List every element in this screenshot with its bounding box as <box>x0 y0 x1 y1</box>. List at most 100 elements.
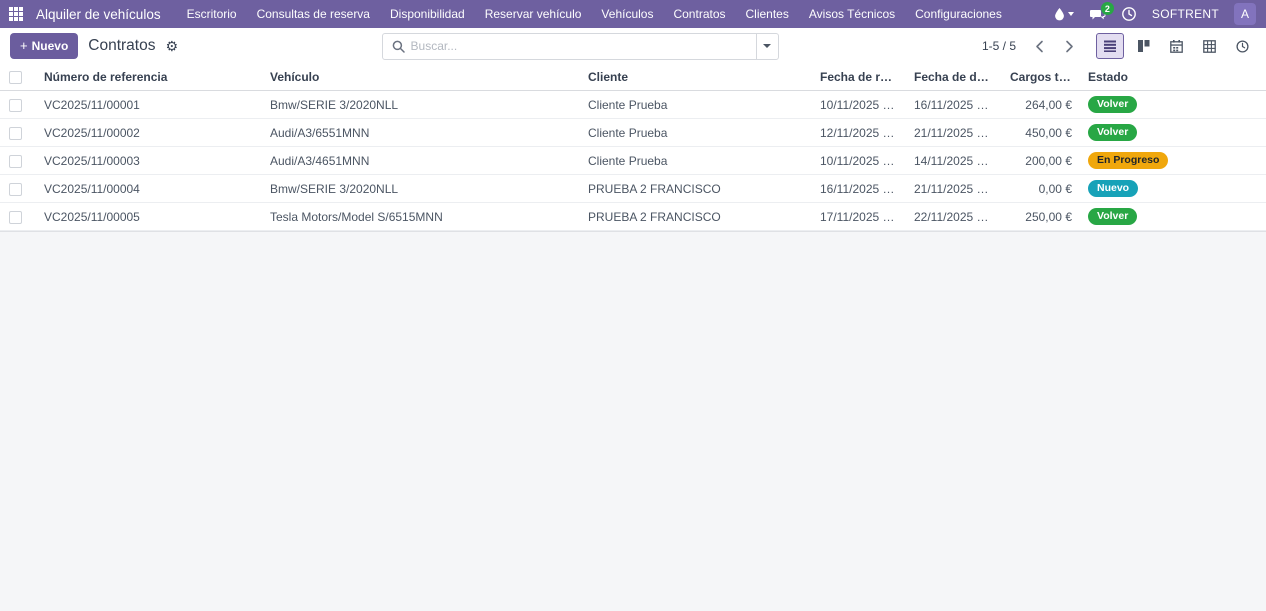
menu-disponibilidad[interactable]: Disponibilidad <box>380 0 475 28</box>
cell-state: Volver <box>1080 203 1266 231</box>
pager-previous-button[interactable] <box>1026 33 1052 59</box>
systray-activities-button[interactable] <box>1121 6 1137 22</box>
contracts-list: Número de referencia Vehículo Cliente Fe… <box>0 64 1266 232</box>
cell-client: Cliente Prueba <box>580 91 812 119</box>
column-header-vehicle[interactable]: Vehículo <box>262 64 580 91</box>
app-menu-bar: Escritorio Consultas de reserva Disponib… <box>177 0 1012 28</box>
droplet-icon <box>1054 7 1065 21</box>
cell-return-date: 22/11/2025 11:00:00 <box>906 203 1002 231</box>
column-header-state[interactable]: Estado <box>1080 64 1266 91</box>
row-checkbox[interactable] <box>9 99 22 112</box>
row-select-cell <box>0 203 36 231</box>
chevron-down-icon <box>763 44 771 48</box>
cell-total-charges: 450,00 € <box>1002 119 1080 147</box>
pivot-view-icon <box>1203 40 1216 53</box>
menu-escritorio[interactable]: Escritorio <box>177 0 247 28</box>
table-header-row: Número de referencia Vehículo Cliente Fe… <box>0 64 1266 91</box>
column-header-reference[interactable]: Número de referencia <box>36 64 262 91</box>
table-row[interactable]: VC2025/11/00001 Bmw/SERIE 3/2020NLL Clie… <box>0 91 1266 119</box>
column-header-pickup-date[interactable]: Fecha de recogida <box>812 64 906 91</box>
gear-icon[interactable]: ⚙ <box>165 39 178 53</box>
cell-total-charges: 250,00 € <box>1002 203 1080 231</box>
row-checkbox[interactable] <box>9 155 22 168</box>
view-switcher-activity[interactable] <box>1228 33 1256 59</box>
apps-menu-button[interactable] <box>0 0 32 28</box>
cell-pickup-date: 17/11/2025 11:00:00 <box>812 203 906 231</box>
status-badge: En Progreso <box>1088 152 1168 169</box>
view-switcher <box>1096 33 1256 59</box>
search-input[interactable] <box>411 34 756 59</box>
control-panel-right: 1-5 / 5 <box>982 33 1256 59</box>
menu-consultas-de-reserva[interactable]: Consultas de reserva <box>247 0 380 28</box>
cell-vehicle: Bmw/SERIE 3/2020NLL <box>262 175 580 203</box>
calendar-view-icon <box>1170 40 1183 53</box>
status-badge: Nuevo <box>1088 180 1138 197</box>
table-row[interactable]: VC2025/11/00004 Bmw/SERIE 3/2020NLL PRUE… <box>0 175 1266 203</box>
column-header-total-charges[interactable]: Cargos totales... <box>1002 64 1080 91</box>
menu-avisos-tecnicos[interactable]: Avisos Técnicos <box>799 0 905 28</box>
row-checkbox[interactable] <box>9 211 22 224</box>
cell-total-charges: 264,00 € <box>1002 91 1080 119</box>
cell-pickup-date: 12/11/2025 08:00:00 <box>812 119 906 147</box>
column-header-return-date[interactable]: Fecha de devolución <box>906 64 1002 91</box>
cell-return-date: 14/11/2025 11:00:00 <box>906 147 1002 175</box>
status-badge: Volver <box>1088 96 1137 113</box>
systray: 2 SOFTRENT A <box>1054 3 1256 25</box>
company-switcher[interactable]: SOFTRENT <box>1152 7 1219 21</box>
search-icon <box>383 40 411 53</box>
new-button[interactable]: + Nuevo <box>10 33 78 59</box>
pager-value: 1-5 / 5 <box>982 39 1016 53</box>
column-header-client[interactable]: Cliente <box>580 64 812 91</box>
row-select-cell <box>0 175 36 203</box>
view-switcher-list[interactable] <box>1096 33 1124 59</box>
control-panel-left: + Nuevo Contratos ⚙ <box>10 33 178 59</box>
menu-contratos[interactable]: Contratos <box>663 0 735 28</box>
select-all-checkbox[interactable] <box>9 71 22 84</box>
messages-count-badge: 2 <box>1101 2 1114 15</box>
plus-icon: + <box>20 41 28 51</box>
row-select-cell <box>0 91 36 119</box>
cell-pickup-date: 16/11/2025 11:00:00 <box>812 175 906 203</box>
search-filters-toggle[interactable] <box>756 34 778 59</box>
systray-drop-menu[interactable] <box>1054 7 1074 21</box>
cell-return-date: 21/11/2025 11:00:00 <box>906 175 1002 203</box>
kanban-view-icon <box>1137 40 1150 52</box>
row-checkbox[interactable] <box>9 127 22 140</box>
cell-vehicle: Tesla Motors/Model S/6515MNN <box>262 203 580 231</box>
menu-clientes[interactable]: Clientes <box>736 0 799 28</box>
table-row[interactable]: VC2025/11/00002 Audi/A3/6551MNN Cliente … <box>0 119 1266 147</box>
cell-reference: VC2025/11/00003 <box>36 147 262 175</box>
pager-next-button[interactable] <box>1056 33 1082 59</box>
cell-reference: VC2025/11/00005 <box>36 203 262 231</box>
page-title: Contratos <box>88 37 155 55</box>
cell-return-date: 21/11/2025 08:00:00 <box>906 119 1002 147</box>
row-checkbox[interactable] <box>9 183 22 196</box>
cell-client: PRUEBA 2 FRANCISCO <box>580 175 812 203</box>
empty-content-area <box>0 232 1266 611</box>
cell-vehicle: Bmw/SERIE 3/2020NLL <box>262 91 580 119</box>
menu-configuraciones[interactable]: Configuraciones <box>905 0 1012 28</box>
status-badge: Volver <box>1088 208 1137 225</box>
table-row[interactable]: VC2025/11/00003 Audi/A3/4651MNN Cliente … <box>0 147 1266 175</box>
view-switcher-pivot[interactable] <box>1195 33 1223 59</box>
search-bar <box>382 33 779 60</box>
view-switcher-kanban[interactable] <box>1129 33 1157 59</box>
company-name: SOFTRENT <box>1152 7 1219 21</box>
user-avatar[interactable]: A <box>1234 3 1256 25</box>
view-switcher-calendar[interactable] <box>1162 33 1190 59</box>
row-select-cell <box>0 147 36 175</box>
cell-reference: VC2025/11/00002 <box>36 119 262 147</box>
select-all-cell <box>0 64 36 91</box>
table-row[interactable]: VC2025/11/00005 Tesla Motors/Model S/651… <box>0 203 1266 231</box>
cell-reference: VC2025/11/00001 <box>36 91 262 119</box>
current-app-name[interactable]: Alquiler de vehículos <box>36 7 161 22</box>
list-view-icon <box>1103 40 1117 52</box>
cell-total-charges: 200,00 € <box>1002 147 1080 175</box>
menu-vehiculos[interactable]: Vehículos <box>591 0 663 28</box>
cell-client: Cliente Prueba <box>580 119 812 147</box>
cell-state: Nuevo <box>1080 175 1266 203</box>
menu-reservar-vehiculo[interactable]: Reservar vehículo <box>475 0 592 28</box>
systray-messages-button[interactable]: 2 <box>1089 7 1106 21</box>
apps-grid-icon <box>9 7 23 21</box>
cell-pickup-date: 10/11/2025 11:00:00 <box>812 147 906 175</box>
